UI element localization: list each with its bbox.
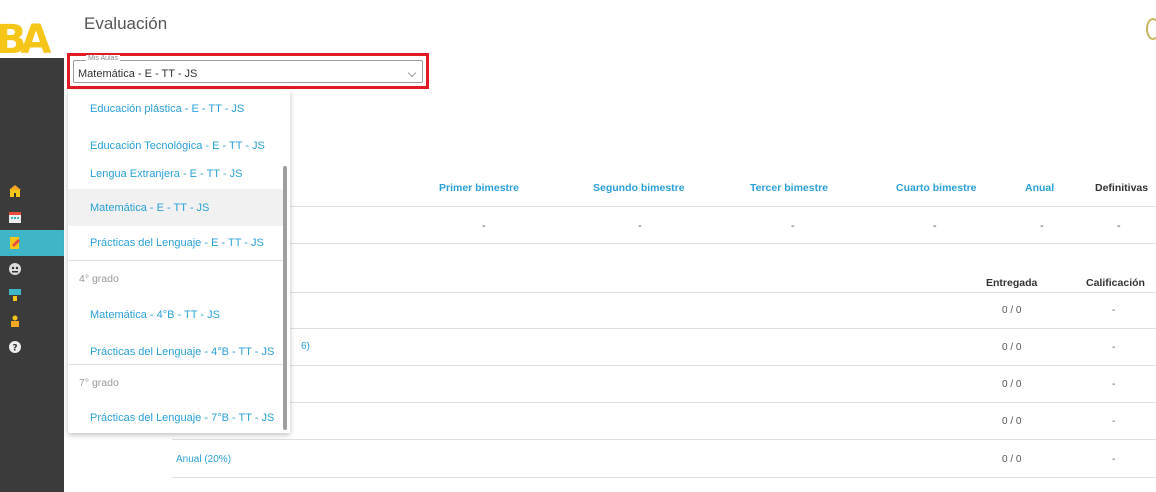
col-calificacion: Calificación <box>1086 277 1145 289</box>
divider <box>284 243 1156 244</box>
col-entregada: Entregada <box>986 277 1038 289</box>
grade-value: - <box>791 220 795 232</box>
logo-area: BA <box>0 0 64 63</box>
sidebar-item-person[interactable] <box>0 308 64 334</box>
divider <box>284 206 1156 207</box>
grade-value: - <box>1040 220 1044 232</box>
col-anual: Anual <box>1025 182 1055 194</box>
sidebar: BA ? <box>0 0 64 492</box>
sidebar-item-help[interactable]: ? <box>0 334 64 360</box>
aula-select-highlight: Mis Aulas Matemática - E - TT - JS <box>67 53 429 89</box>
divider <box>172 477 1156 478</box>
help-icon: ? <box>9 341 21 353</box>
col-cuarto-bimestre: Cuarto bimestre <box>896 182 977 194</box>
grade-value: - <box>482 220 486 232</box>
divider <box>172 439 1156 440</box>
entregada-value: 0 / 0 <box>1002 342 1022 353</box>
calificacion-value: - <box>1112 416 1116 427</box>
calificacion-value: - <box>1112 379 1116 390</box>
divider <box>172 365 1156 366</box>
sidebar-item-grades[interactable] <box>0 230 64 256</box>
sidebar-item-students[interactable] <box>0 256 64 282</box>
aula-select[interactable]: Mis Aulas Matemática - E - TT - JS <box>73 55 423 83</box>
aula-select-label: Mis Aulas <box>86 55 120 62</box>
grades-icon <box>10 237 20 249</box>
chevron-down-icon[interactable] <box>407 68 417 78</box>
col-definitivas: Definitivas <box>1095 182 1149 194</box>
dropdown-option[interactable]: Lengua Extranjera - E - TT - JS <box>68 155 286 192</box>
logo-text: BA <box>0 17 52 63</box>
student-face-icon <box>9 263 21 275</box>
grade-value: - <box>933 220 937 232</box>
dropdown-group-label: 4° grado <box>68 260 286 297</box>
dropdown-option[interactable]: Educación plástica - E - TT - JS <box>68 90 286 127</box>
calificacion-value: - <box>1112 454 1116 465</box>
school-icon <box>9 185 21 197</box>
calificacion-value: - <box>1112 342 1116 353</box>
aula-select-value: Matemática - E - TT - JS <box>78 68 198 80</box>
grade-value: - <box>638 220 642 232</box>
entregada-value: 0 / 0 <box>1002 416 1022 427</box>
sidebar-item-school[interactable] <box>0 178 64 204</box>
row-label-partial[interactable]: 6) <box>301 341 310 352</box>
dropdown-option-selected[interactable]: Matemática - E - TT - JS <box>68 189 286 226</box>
calendar-icon <box>9 212 21 223</box>
dropdown-group-label: 7° grado <box>68 364 286 401</box>
person-icon <box>11 315 19 327</box>
col-primer-bimestre: Primer bimestre <box>439 182 519 194</box>
dropdown-option[interactable]: Prácticas del Lenguaje - 7°B - TT - JS <box>68 399 286 433</box>
ba-logo[interactable]: BA <box>0 17 64 63</box>
row-label-anual[interactable]: Anual (20%) <box>176 454 231 465</box>
sidebar-item-teacher[interactable] <box>0 282 64 308</box>
divider <box>172 328 1156 329</box>
user-avatar[interactable] <box>1146 18 1156 40</box>
divider <box>172 292 1156 293</box>
calificacion-value: - <box>1112 305 1116 316</box>
entregada-value: 0 / 0 <box>1002 305 1022 316</box>
page-title: Evaluación <box>84 14 168 33</box>
dropdown-scrollbar[interactable] <box>283 166 287 430</box>
grade-value: - <box>1117 220 1121 232</box>
col-tercer-bimestre: Tercer bimestre <box>750 182 829 194</box>
aula-dropdown-menu: Educación plástica - E - TT - JS Educaci… <box>68 90 290 433</box>
dropdown-option[interactable]: Matemática - 4°B - TT - JS <box>68 296 286 333</box>
divider <box>172 402 1156 403</box>
col-segundo-bimestre: Segundo bimestre <box>593 182 685 194</box>
dropdown-option[interactable]: Prácticas del Lenguaje - E - TT - JS <box>68 224 286 261</box>
svg-text:?: ? <box>12 344 17 354</box>
sidebar-item-calendar[interactable] <box>0 204 64 230</box>
entregada-value: 0 / 0 <box>1002 379 1022 390</box>
teacher-icon <box>9 289 21 301</box>
entregada-value: 0 / 0 <box>1002 454 1022 465</box>
